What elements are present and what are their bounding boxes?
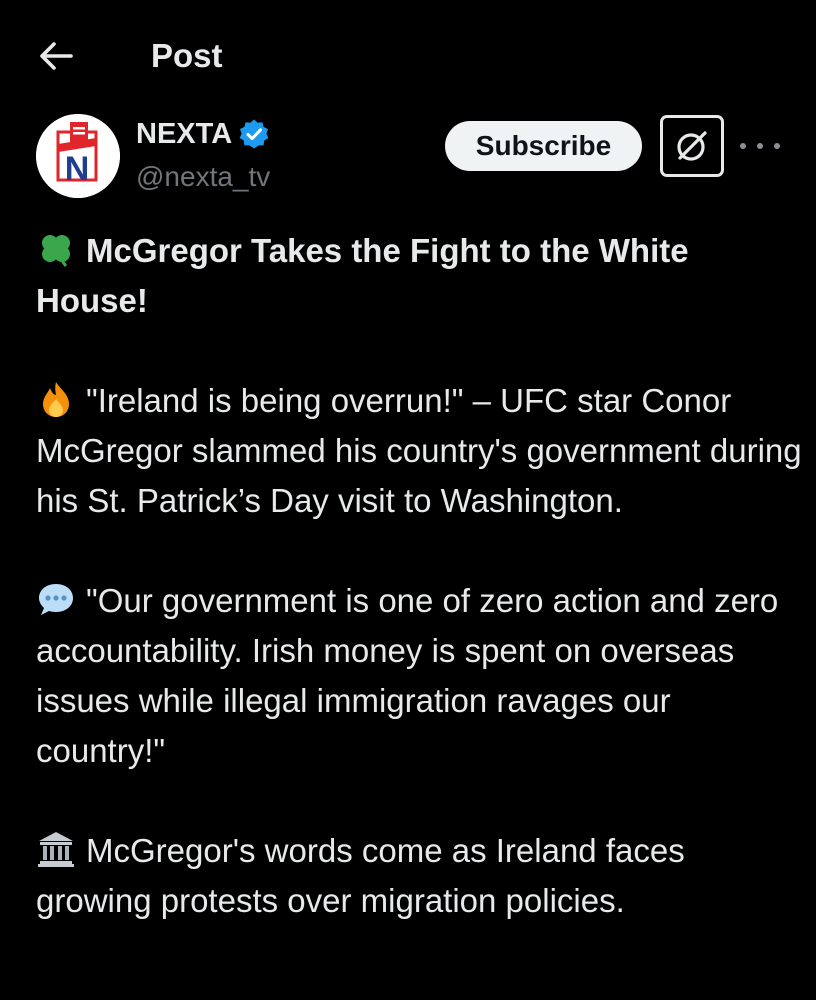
speech-bubble-icon [39,584,73,615]
back-button[interactable] [28,28,84,84]
headline-text: McGregor Takes the Fight to the White Ho… [36,232,689,319]
nexta-logo-icon: N [36,114,120,198]
paragraph-3-text: McGregor's words come as Ireland faces g… [36,832,685,919]
post-header: Post [0,0,816,110]
avatar[interactable]: N [36,114,120,198]
arrow-left-icon [40,42,73,70]
author-name-row[interactable]: NEXTA [136,115,270,153]
grok-button[interactable] [660,115,724,177]
author-name: NEXTA [136,118,233,150]
post-text: McGregor Takes the Fight to the White Ho… [36,226,806,926]
post-paragraph-2: "Our government is one of zero action an… [36,576,806,776]
grok-icon [677,131,707,161]
more-dots-icon [774,143,780,149]
more-dots-icon [740,143,746,149]
fire-icon [43,382,69,417]
svg-text:N: N [65,150,90,188]
more-options-button[interactable] [740,130,780,162]
classical-building-icon [38,832,74,867]
subscribe-button[interactable]: Subscribe [445,121,642,171]
post-paragraph-3: McGregor's words come as Ireland faces g… [36,826,806,926]
post-headline: McGregor Takes the Fight to the White Ho… [36,226,806,326]
verified-badge-icon [239,119,269,149]
author-handle[interactable]: @nexta_tv [136,158,270,196]
paragraph-1-text: "Ireland is being overrun!" – UFC star C… [36,382,802,519]
paragraph-2-text: "Our government is one of zero action an… [36,582,779,769]
post-paragraph-1: "Ireland is being overrun!" – UFC star C… [36,376,806,526]
page-title: Post [151,37,223,74]
shamrock-icon [42,235,70,267]
more-dots-icon [757,143,763,149]
